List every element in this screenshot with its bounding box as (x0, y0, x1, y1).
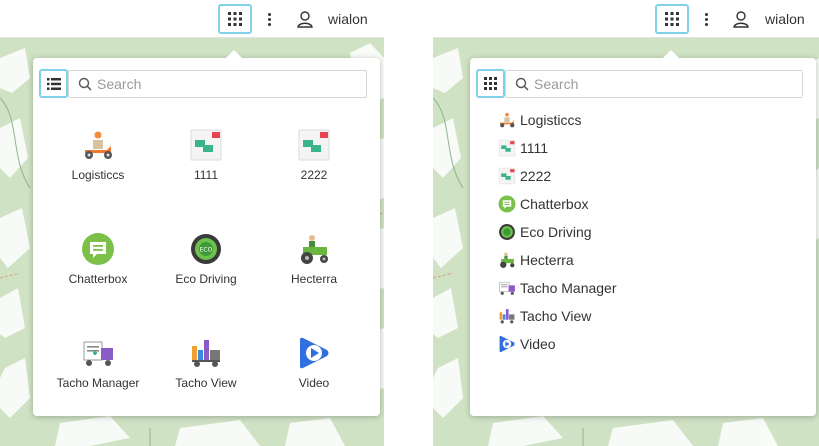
username[interactable]: wialon (765, 11, 805, 27)
app-list-item-logisticcs[interactable]: Logisticcs (498, 110, 581, 130)
app-label: Video (520, 336, 556, 352)
app-label: Logisticcs (71, 168, 125, 182)
tractor-icon (500, 252, 515, 268)
flags-icon (190, 129, 222, 161)
app-label: 2222 (520, 168, 552, 184)
search-input[interactable] (534, 71, 774, 97)
dot (267, 12, 271, 16)
dropdown-caret (662, 50, 680, 59)
tacho-truck-icon (83, 341, 113, 366)
app-label: Tacho Manager (56, 376, 140, 390)
flags-icon (498, 139, 516, 157)
svg-text:ECO: ECO (200, 247, 213, 254)
username[interactable]: wialon (328, 11, 368, 27)
app-list-item-chatterbox[interactable]: Chatterbox (498, 194, 588, 214)
app-list-item-eco-driving[interactable]: Eco Driving (498, 222, 592, 242)
list-view-panel: wialon Search Logisticcs 1111 2222 Chatt… (433, 0, 819, 446)
dropdown-caret (225, 50, 243, 59)
app-tile-eco-driving[interactable]: ECO Eco Driving (152, 232, 260, 286)
flags-icon (298, 129, 330, 161)
app-list-item-video[interactable]: Video (498, 334, 556, 354)
apps-menu-button[interactable] (655, 4, 689, 34)
app-label: Hecterra (290, 272, 337, 286)
app-label: Tacho View (175, 376, 237, 390)
app-list-item-hecterra[interactable]: Hecterra (498, 250, 574, 270)
grid-view-panel: wialon Search Logisticcs 1111 2222 Chatt… (0, 0, 384, 446)
app-list-item-1111[interactable]: 1111 (498, 138, 548, 158)
apps-grid-icon (228, 12, 242, 26)
tractor-icon (301, 235, 328, 264)
app-label: Tacho View (520, 308, 592, 324)
tacho-chart-truck-icon (499, 309, 515, 324)
search-icon (78, 77, 92, 91)
app-tile-hecterra[interactable]: Hecterra (260, 232, 368, 286)
flags-icon (498, 167, 516, 185)
app-list-item-tacho-view[interactable]: Tacho View (498, 306, 591, 326)
apps-grid-icon (665, 12, 679, 26)
app-tile-tacho-manager[interactable]: Tacho Manager (44, 336, 152, 390)
scooter-courier-icon (85, 131, 112, 159)
search-input[interactable] (97, 71, 337, 97)
app-label: 2222 (300, 168, 328, 182)
grid-view-toggle[interactable] (476, 69, 505, 98)
dot (704, 22, 708, 26)
tacho-chart-truck-icon (192, 340, 220, 367)
app-label: 1111 (193, 168, 219, 182)
tacho-truck-icon (499, 281, 515, 295)
chat-icon (82, 233, 114, 265)
user-icon[interactable] (731, 9, 751, 29)
list-view-toggle[interactable] (39, 69, 68, 98)
app-tile-chatterbox[interactable]: Chatterbox (44, 232, 152, 286)
app-label: Logisticcs (520, 112, 582, 128)
app-label: Eco Driving (520, 224, 592, 240)
search-icon (515, 77, 529, 91)
eco-wheel-icon (499, 224, 515, 240)
app-tile-1111[interactable]: 1111 (152, 128, 260, 182)
apps-dropdown: Logisticcs 1111 2222 (33, 50, 380, 416)
app-label: Hecterra (520, 252, 574, 268)
more-menu-button[interactable] (701, 9, 711, 29)
app-label: Eco Driving (175, 272, 237, 286)
dot (704, 17, 708, 21)
app-label: Video (298, 376, 330, 390)
scooter-courier-icon (500, 112, 515, 128)
app-label: Chatterbox (520, 196, 589, 212)
app-label: Chatterbox (68, 272, 128, 286)
grid-icon (484, 77, 497, 90)
search-box (505, 70, 803, 98)
play-icon (300, 337, 329, 369)
app-label: 1111 (520, 140, 549, 156)
apps-menu-button[interactable] (218, 4, 252, 34)
more-menu-button[interactable] (264, 9, 274, 29)
user-icon[interactable] (295, 9, 315, 29)
top-bar: wialon (433, 0, 819, 38)
dot (267, 17, 271, 21)
apps-dropdown: Logisticcs 1111 2222 (470, 50, 816, 416)
app-label: Tacho Manager (520, 280, 617, 296)
app-tile-video[interactable]: Video (260, 336, 368, 390)
dot (704, 12, 708, 16)
app-tile-2222[interactable]: 2222 (260, 128, 368, 182)
eco-wheel-icon: ECO (191, 234, 221, 264)
top-bar: wialon (0, 0, 384, 38)
chat-icon (498, 195, 516, 213)
search-box (68, 70, 367, 98)
list-icon (46, 77, 61, 90)
app-list-item-tacho-manager[interactable]: Tacho Manager (498, 278, 617, 298)
app-list-item-2222[interactable]: 2222 (498, 166, 551, 186)
app-tile-logisticcs[interactable]: Logisticcs (44, 128, 152, 182)
dot (267, 22, 271, 26)
app-tile-tacho-view[interactable]: Tacho View (152, 336, 260, 390)
play-icon (499, 335, 515, 353)
